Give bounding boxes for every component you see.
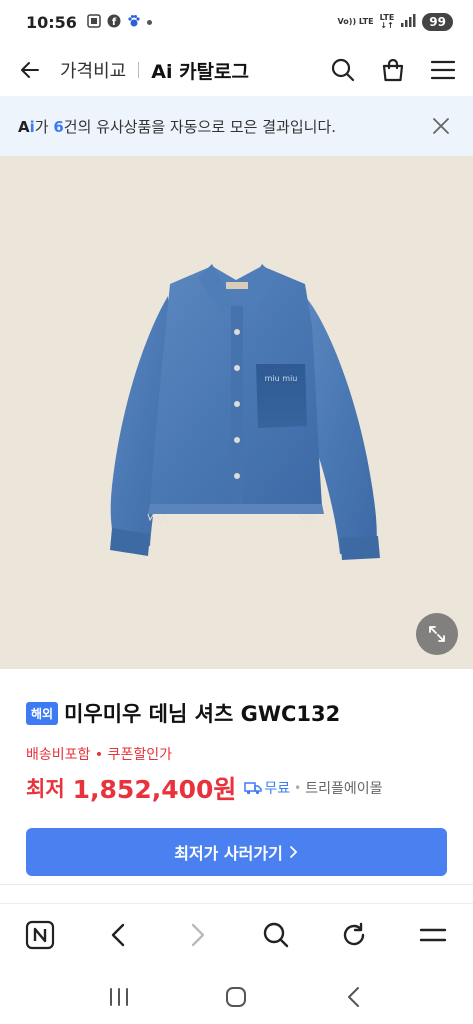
chevron-left-icon: [111, 923, 124, 946]
buy-button-label: 최저가 사러가기: [174, 844, 283, 863]
mall-name[interactable]: 트리플에이몰: [305, 778, 382, 798]
naver-home-button[interactable]: [24, 919, 56, 951]
pocket-logo-text: miu miu: [265, 374, 298, 383]
search-icon: [331, 58, 355, 82]
header-subtitle[interactable]: 가격비교: [60, 57, 126, 83]
header-actions: [329, 56, 457, 84]
lte-indicator: LTE ↓↑: [379, 13, 395, 30]
svg-text:f: f: [112, 17, 117, 28]
price-row: 최저 1,852,400원 무료 • 트리플에이몰: [26, 770, 447, 806]
product-image[interactable]: miu miu: [0, 156, 473, 669]
status-system-icons: Vo)) LTE LTE ↓↑ 99: [338, 13, 453, 32]
app-header: 가격비교 Ai 카탈로그: [0, 44, 473, 96]
screenshot-icon: [87, 13, 101, 32]
buy-lowest-price-button[interactable]: 최저가 사러가기: [26, 828, 447, 876]
shopping-bag-icon: [382, 58, 404, 82]
chevron-left-icon: [348, 987, 360, 1007]
expand-icon: [429, 626, 445, 642]
zoom-button[interactable]: [416, 613, 458, 655]
status-time: 10:56: [26, 12, 77, 32]
banner-text-after: 건의 유사상품을 자동으로 모은 결과입니다.: [63, 117, 337, 136]
product-info-section: 해외 미우미우 데님 셔츠 GWC132 배송비포함 • 쿠폰할인가 최저 1,…: [0, 669, 473, 876]
paw-app-icon: [127, 13, 141, 32]
shipping-label: 무료: [264, 781, 291, 797]
system-navigation-bar: [0, 970, 473, 1024]
refresh-button[interactable]: [338, 919, 370, 951]
banner-count: 6: [53, 117, 64, 136]
arrow-left-icon: [21, 62, 39, 78]
hamburger-menu-icon: [419, 928, 447, 941]
search-button[interactable]: [329, 56, 357, 84]
banner-text-before: 가: [34, 117, 54, 136]
close-icon: [433, 118, 449, 134]
status-bar: 10:56 f Vo)) LTE LTE ↓↑ 99: [0, 0, 473, 44]
home-button[interactable]: [220, 981, 252, 1013]
back-button[interactable]: [16, 56, 44, 84]
lowest-price-label: 최저: [26, 777, 65, 801]
refresh-icon: [344, 922, 365, 945]
volte-indicator: Vo)) LTE: [338, 18, 374, 26]
banner-ai-logo: Ai: [18, 118, 35, 136]
system-back-button[interactable]: [338, 981, 370, 1013]
recent-apps-icon: [109, 988, 128, 1006]
price-benefits: 배송비포함 • 쿠폰할인가: [26, 747, 172, 763]
recent-apps-button[interactable]: [103, 981, 135, 1013]
cart-button[interactable]: [379, 56, 407, 84]
overseas-badge: 해외: [26, 701, 59, 725]
search-icon: [263, 922, 288, 947]
page-title: Ai 카탈로그: [151, 60, 250, 83]
browser-back-button[interactable]: [103, 919, 135, 951]
browser-search-button[interactable]: [260, 919, 292, 951]
hamburger-menu-icon: [430, 60, 456, 80]
product-title: 미우미우 데님 셔츠 GWC132: [64, 702, 341, 726]
chevron-right-icon: [289, 846, 298, 858]
banner-close-button[interactable]: [427, 112, 455, 140]
denim-shirt-illustration: miu miu: [110, 264, 380, 560]
network-top-label: Vo)) LTE: [337, 17, 374, 26]
ai-info-banner: Ai가 6건의 유사상품을 자동으로 모은 결과입니다.: [0, 96, 473, 156]
header-divider: [138, 62, 140, 78]
battery-indicator: 99: [422, 13, 453, 31]
status-notification-icons: f: [87, 13, 152, 32]
naver-logo-icon: [25, 920, 55, 949]
menu-button[interactable]: [429, 56, 457, 84]
banner-text: Ai가 6건의 유사상품을 자동으로 모은 결과입니다.: [18, 116, 336, 137]
lowest-price: 1,852,400원: [72, 775, 237, 804]
product-title-row: 해외 미우미우 데님 셔츠 GWC132: [26, 698, 447, 728]
browser-menu-button[interactable]: [417, 919, 449, 951]
home-icon: [226, 987, 247, 1007]
delivery-truck-icon: [244, 782, 263, 795]
facebook-icon: f: [107, 13, 121, 32]
chevron-right-icon: [191, 923, 205, 946]
section-divider: [0, 884, 473, 885]
header-title-group: 가격비교 Ai 카탈로그: [60, 57, 249, 84]
signal-icon: [400, 13, 416, 32]
banner-ai-prefix: A: [18, 117, 30, 136]
free-shipping: 무료: [244, 778, 290, 798]
browser-toolbar: [0, 903, 473, 965]
browser-forward-button[interactable]: [181, 919, 213, 951]
more-notifications-dot: [146, 19, 152, 25]
separator-dot: •: [294, 781, 302, 795]
